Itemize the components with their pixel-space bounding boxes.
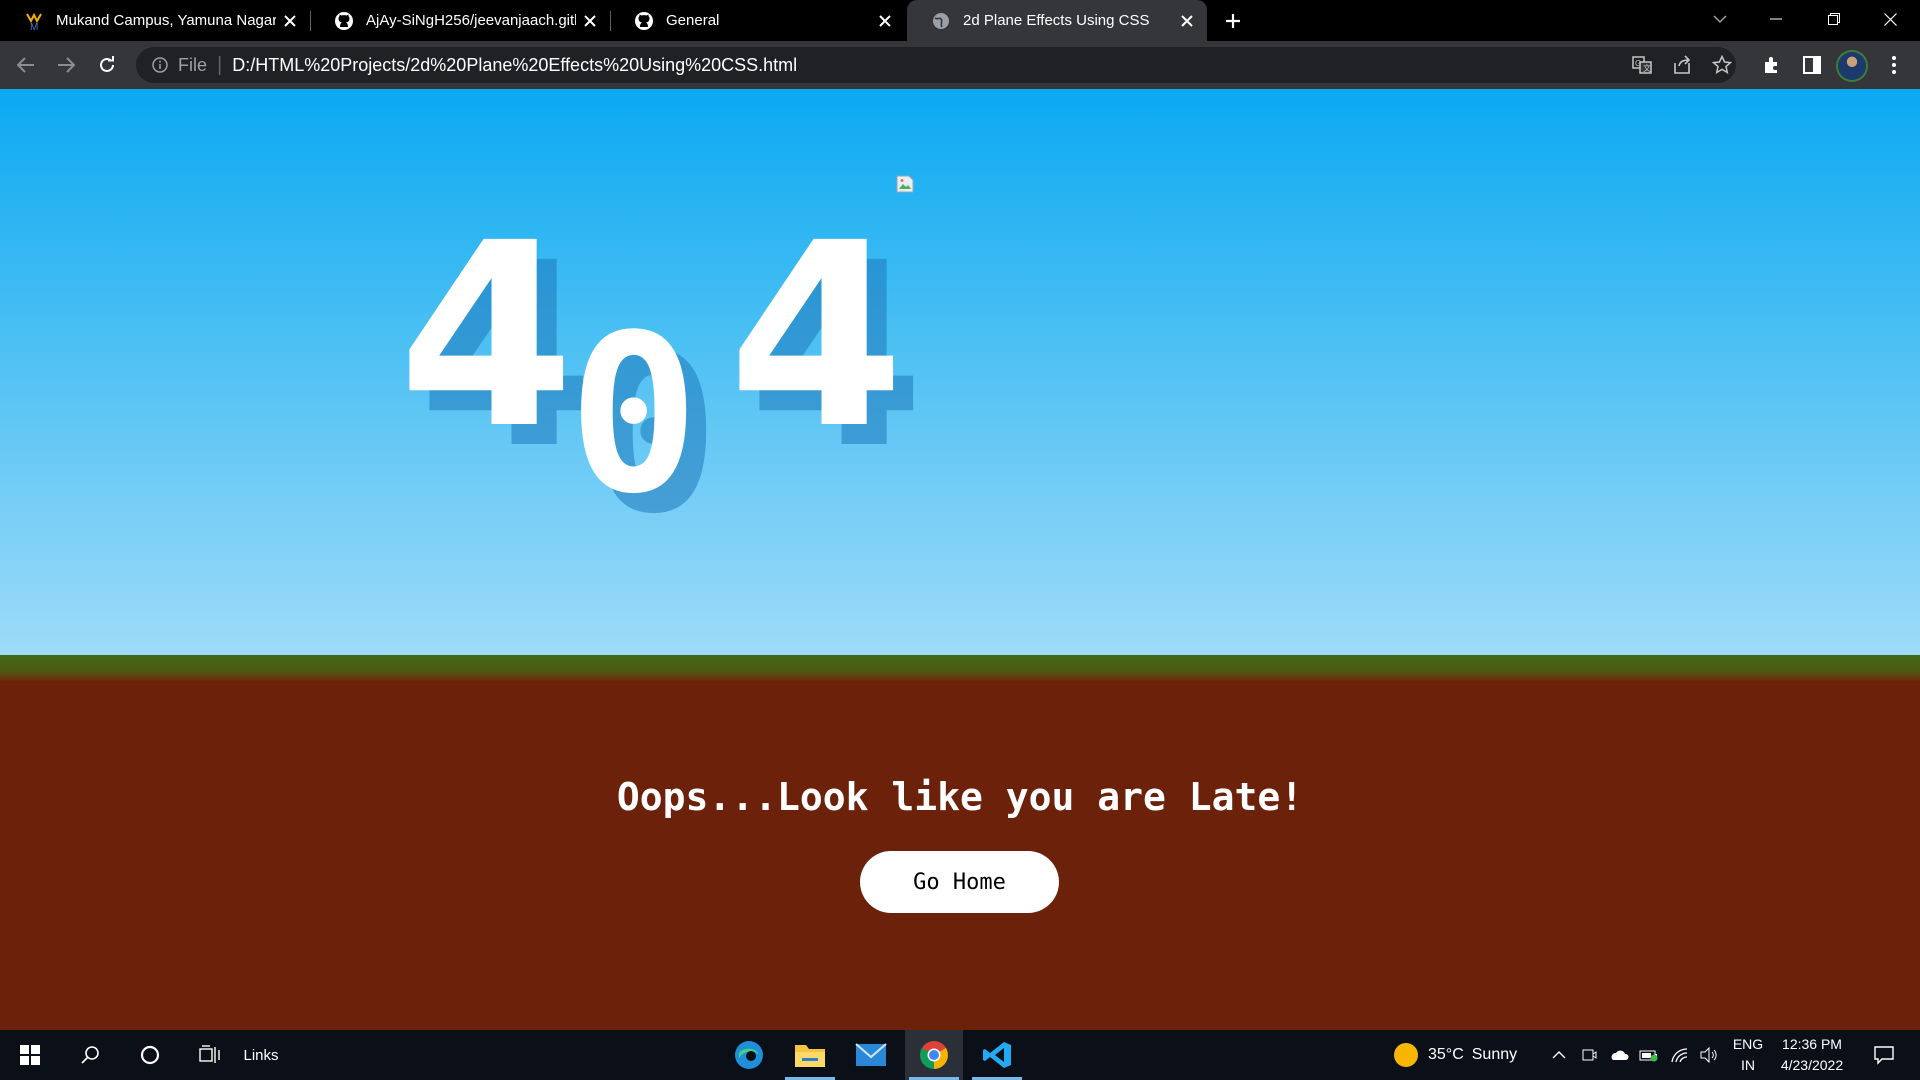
chrome-icon[interactable] [905,1030,963,1080]
error-digit-zero: 0 [568,289,700,542]
tab-github-jeevanjaach[interactable]: AjAy-SiNgH256/jeevanjaach.githu [310,0,610,41]
vscode-icon[interactable] [968,1030,1026,1080]
svg-text:M: M [30,22,38,31]
error-digit-first: 4 [398,188,575,484]
profile-avatar[interactable] [1838,52,1866,80]
tab-general[interactable]: General [610,0,905,41]
grass-strip [0,655,1920,681]
language-indicator[interactable]: ENG IN [1728,1030,1768,1080]
close-icon[interactable] [576,7,604,35]
battery-icon[interactable] [1636,1030,1662,1080]
close-window-button[interactable] [1862,0,1918,38]
onedrive-cloud-icon[interactable] [1606,1030,1632,1080]
tab-title: 2d Plane Effects Using CSS [963,12,1150,29]
mukand-logo-icon: M [24,11,44,31]
file-explorer-icon[interactable] [781,1030,839,1080]
github-icon [634,11,654,31]
browser-toolbar: File | D:/HTML%20Projects/2d%20Plane%20E… [0,41,1920,89]
tab-strip: M Mukand Campus, Yamuna Nagar AjAy-SiNgH… [0,0,1920,41]
language-region: IN [1741,1057,1755,1073]
translate-icon[interactable]: G文 [1626,49,1658,81]
restore-button[interactable] [1806,0,1862,38]
github-icon [334,11,354,31]
menu-kebab-icon[interactable] [1878,49,1910,81]
notifications-icon[interactable] [1864,1030,1904,1080]
tab-title: General [666,12,720,29]
edge-icon[interactable] [720,1030,778,1080]
error-message: Oops...Look like you are Late! [616,775,1304,819]
info-icon[interactable] [150,55,170,75]
tab-title: AjAy-SiNgH256/jeevanjaach.githu [366,12,576,29]
close-icon[interactable] [1173,7,1201,35]
start-button[interactable] [10,1030,50,1080]
cortana-icon[interactable] [130,1030,170,1080]
tab-search-chevron-icon[interactable] [1692,0,1748,38]
tab-title: Mukand Campus, Yamuna Nagar [56,12,276,29]
close-icon[interactable] [276,7,304,35]
go-home-button[interactable]: Go Home [860,851,1059,913]
extensions-icon[interactable] [1756,49,1788,81]
share-icon[interactable] [1666,49,1698,81]
clock-time: 12:36 PM [1782,1036,1842,1052]
bookmark-star-icon[interactable] [1706,49,1738,81]
language-code: ENG [1732,1036,1764,1052]
links-toolbar[interactable]: Links [236,1030,286,1080]
sky-background [0,89,1920,655]
svg-text:G: G [1635,59,1641,68]
weather-widget[interactable]: 35°C Sunny [1394,1030,1534,1080]
sun-icon [1394,1043,1418,1067]
weather-temperature: 35°C [1428,1046,1464,1063]
side-panel-icon[interactable] [1796,49,1828,81]
weather-condition: Sunny [1471,1046,1518,1063]
globe-icon [931,11,951,31]
chevron-up-icon[interactable] [1548,1030,1570,1080]
url-text[interactable]: D:/HTML%20Projects/2d%20Plane%20Effects%… [232,55,797,76]
clock[interactable]: 12:36 PM 4/23/2022 [1772,1030,1852,1080]
omnibox-divider: | [217,53,223,76]
new-tab-button[interactable] [1218,6,1248,36]
windows-taskbar: Links 35°C Sunny ENG IN 12:36 PM 4/23/20… [0,1030,1920,1080]
tab-2d-plane-effects[interactable]: 2d Plane Effects Using CSS [907,0,1207,41]
task-view-icon[interactable] [190,1030,230,1080]
back-button[interactable] [10,49,42,81]
forward-button[interactable] [50,49,82,81]
svg-text:文: 文 [1643,63,1651,73]
reload-button[interactable] [91,49,123,81]
page-viewport: 4 0 4 Oops...Look like you are Late! Go … [0,89,1920,1030]
address-bar[interactable]: File | D:/HTML%20Projects/2d%20Plane%20E… [136,47,1736,83]
volume-icon[interactable] [1696,1030,1722,1080]
tab-mukand-campus[interactable]: M Mukand Campus, Yamuna Nagar [0,0,310,41]
clock-date: 4/23/2022 [1780,1057,1844,1073]
scheme-label: File [178,54,208,75]
error-digit-last: 4 [728,188,905,484]
wifi-icon[interactable] [1666,1030,1692,1080]
mail-icon[interactable] [842,1030,900,1080]
close-icon[interactable] [871,7,899,35]
search-icon[interactable] [70,1030,110,1080]
minimize-button[interactable] [1748,0,1804,38]
meet-now-icon[interactable] [1578,1030,1600,1080]
